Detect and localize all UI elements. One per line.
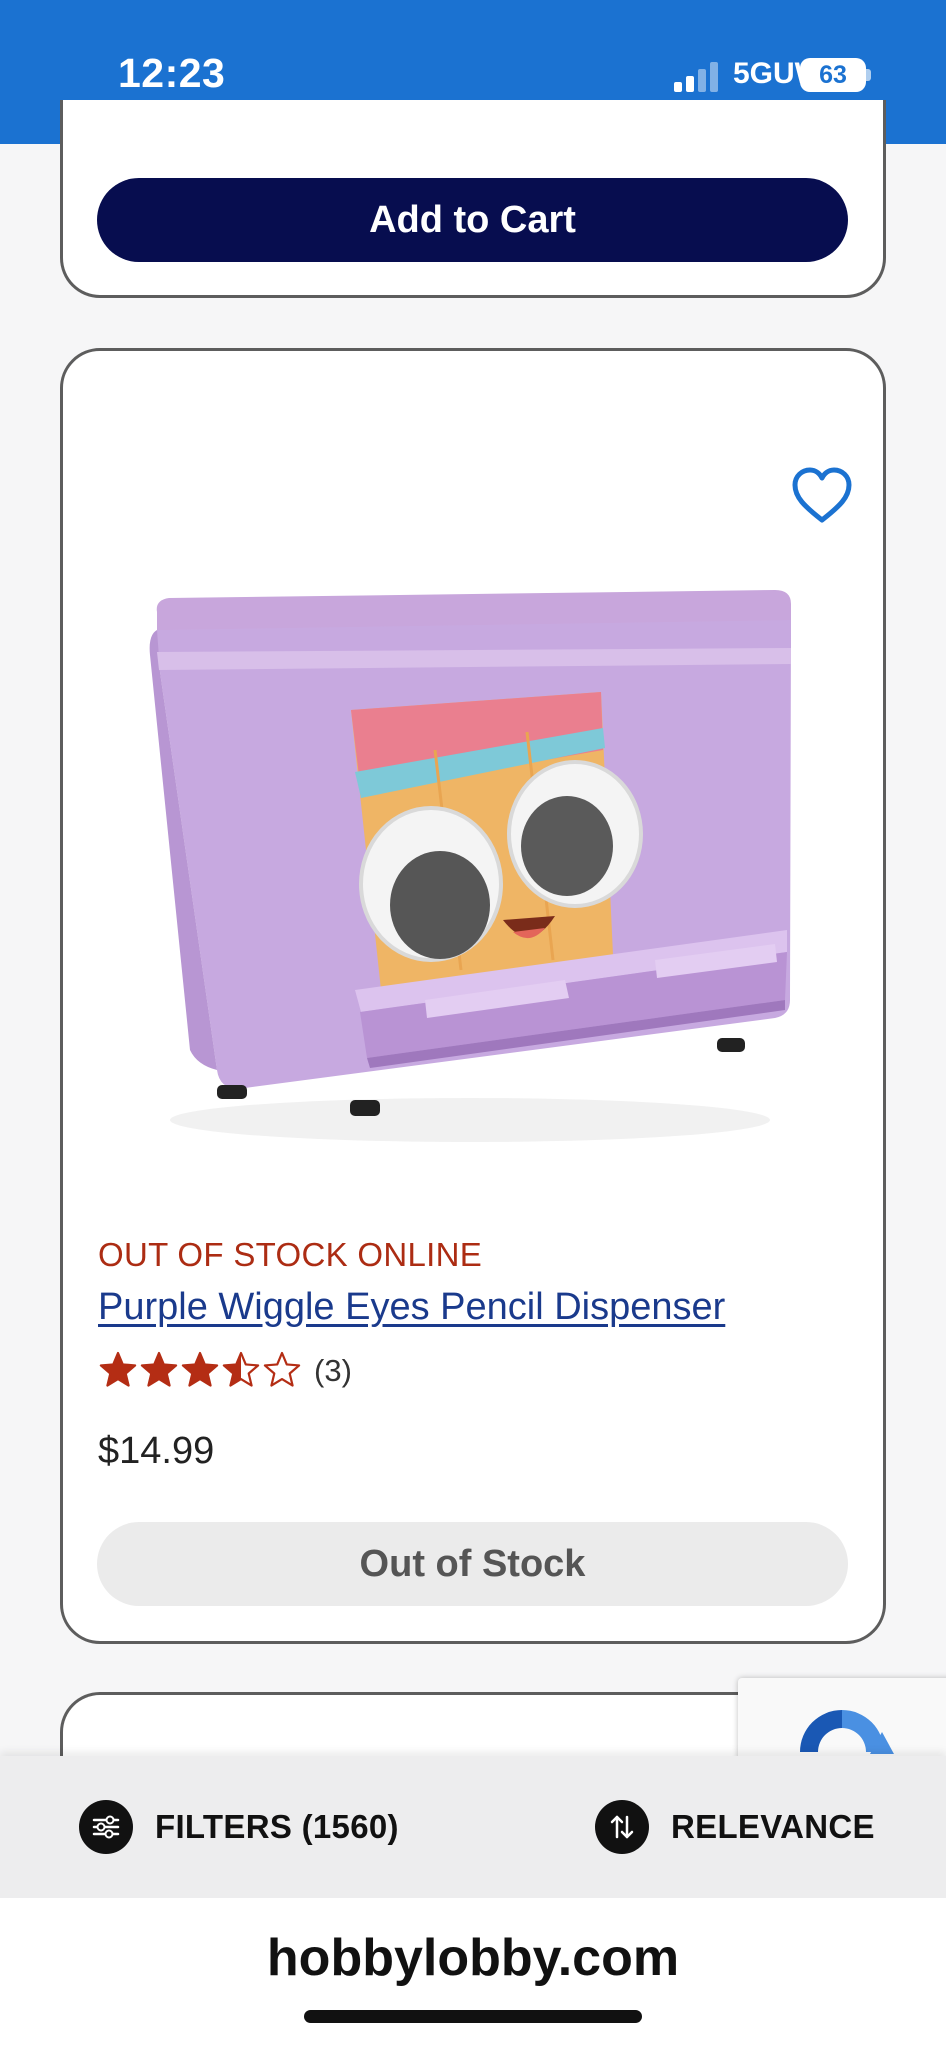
sort-label: RELEVANCE xyxy=(671,1808,875,1845)
product-price: $14.99 xyxy=(98,1430,215,1472)
page: 12:23 5GUW 63 Add to Cart OUT OF STOCK O… xyxy=(0,0,946,2048)
product-rating[interactable]: (3) xyxy=(98,1350,352,1392)
out-of-stock-button: Out of Stock xyxy=(97,1522,848,1606)
stock-status: OUT OF STOCK ONLINE xyxy=(98,1236,483,1273)
product-title-link[interactable]: Purple Wiggle Eyes Pencil Dispenser xyxy=(98,1286,725,1329)
heart-outline-icon[interactable] xyxy=(790,466,854,526)
rating-count: (3) xyxy=(314,1353,352,1388)
product-image[interactable] xyxy=(135,560,805,1160)
add-to-cart-button[interactable]: Add to Cart xyxy=(97,178,848,262)
sliders-icon xyxy=(79,1800,133,1854)
sort-arrows-icon xyxy=(595,1800,649,1854)
filter-sort-bar: FILTERS (1560) RELEVANCE xyxy=(0,1756,946,1898)
battery-tip xyxy=(866,69,871,81)
filters-button[interactable]: FILTERS (1560) xyxy=(79,1799,399,1855)
filters-label: FILTERS (1560) xyxy=(155,1808,399,1845)
status-time: 12:23 xyxy=(118,50,226,96)
battery-icon: 63 xyxy=(800,58,866,92)
sort-button[interactable]: RELEVANCE xyxy=(595,1799,875,1855)
star-icon xyxy=(263,1351,301,1387)
signal-icon xyxy=(674,62,718,92)
home-indicator[interactable] xyxy=(304,2010,642,2023)
rating-stars xyxy=(99,1351,301,1387)
url-text[interactable]: hobbylobby.com xyxy=(0,1928,946,1988)
browser-url-bar[interactable]: hobbylobby.com xyxy=(0,1898,946,2048)
